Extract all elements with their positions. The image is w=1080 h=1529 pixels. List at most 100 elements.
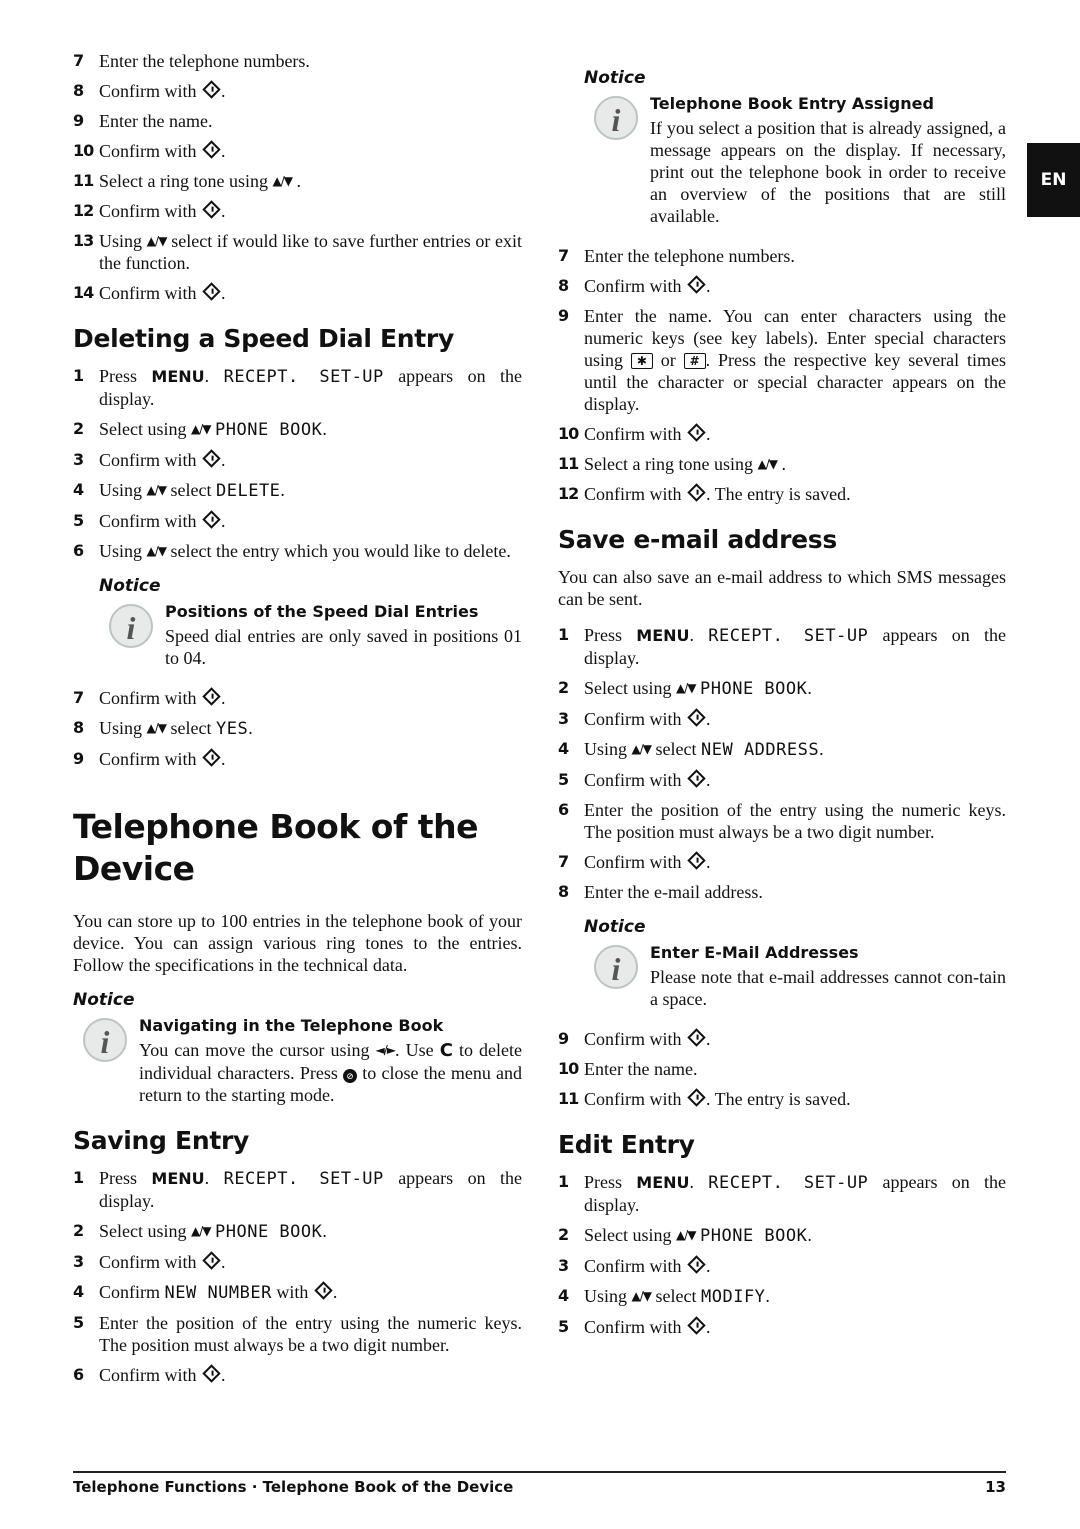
up-down-arrow-icon: ▲/▼ xyxy=(676,1228,696,1242)
notice-label: Notice xyxy=(584,917,646,937)
info-icon: i xyxy=(594,96,638,140)
deleting-steps-a: 1 Press MENU. RECEPT. SET-UP appears on t… xyxy=(73,365,522,562)
step-text: Confirm with xyxy=(584,1256,686,1276)
info-icon: i xyxy=(109,604,153,648)
list-item: 12 Confirm with . The entry is saved. xyxy=(558,483,1006,505)
list-item: 8 Confirm with . xyxy=(73,80,522,102)
notice-text-part: You can move the cursor using xyxy=(139,1040,370,1060)
step-number: 9 xyxy=(558,1029,570,1048)
step-text: Confirm with xyxy=(99,1252,201,1272)
stop-key-icon: ⊘ xyxy=(343,1069,358,1083)
up-down-arrow-icon: ▲/▼ xyxy=(146,721,167,735)
step-text: . xyxy=(706,709,711,729)
step-text: . xyxy=(221,749,226,769)
step-text: Select using xyxy=(584,678,676,698)
menu-key-label: MENU xyxy=(636,626,690,645)
display-text: PHONE BOOK xyxy=(700,679,808,699)
list-item: 12 Confirm with . xyxy=(73,200,522,222)
list-item: 8 Enter the e-mail address. xyxy=(558,881,1006,903)
step-number: 11 xyxy=(558,454,579,473)
list-item: 11 Select a ring tone using ▲/▼ . xyxy=(558,453,1006,475)
step-text: . xyxy=(765,1286,770,1306)
step-text: Enter the position of the entry using th… xyxy=(584,800,1006,842)
display-text: RECEPT. SET-UP xyxy=(708,1173,869,1193)
step-number: 4 xyxy=(558,739,570,758)
step-text: . xyxy=(322,1221,327,1241)
left-right-arrow-icon: ◄/► xyxy=(375,1043,396,1057)
ok-key-icon xyxy=(202,1364,221,1383)
list-item: 4 Using ▲/▼ select NEW ADDRESS. xyxy=(558,738,1006,761)
ok-key-icon xyxy=(202,1251,221,1270)
list-item: 13 Using ▲/▼ select if would like to save… xyxy=(73,230,522,274)
list-item: 10 Enter the name. xyxy=(558,1058,1006,1080)
step-text: . xyxy=(248,718,253,738)
step-text: . xyxy=(221,81,226,101)
list-item: 5 Enter the position of the entry using t… xyxy=(73,1312,522,1356)
ok-key-icon xyxy=(687,483,706,502)
info-icon: i xyxy=(83,1018,127,1062)
step-text: Select a ring tone using xyxy=(584,454,758,474)
step-number: 11 xyxy=(73,171,94,190)
step-text: Confirm with xyxy=(99,201,201,221)
footer-divider xyxy=(73,1471,1006,1473)
step-number: 4 xyxy=(73,1282,85,1301)
step-number: 2 xyxy=(73,1221,85,1240)
step-text: Confirm with xyxy=(584,1317,686,1337)
step-text: Using xyxy=(584,739,632,759)
ok-key-icon xyxy=(687,708,706,727)
hash-key-icon: # xyxy=(683,353,706,369)
step-text: Enter the position of the entry using th… xyxy=(99,1313,522,1355)
up-down-arrow-icon: ▲/▼ xyxy=(191,422,211,436)
list-item: 6 Enter the position of the entry using t… xyxy=(558,799,1006,843)
display-text: MODIFY xyxy=(701,1287,766,1307)
step-text: . xyxy=(706,1029,711,1049)
language-tab[interactable]: EN xyxy=(1027,143,1080,217)
chapter-title-line2: Device xyxy=(73,849,195,888)
chapter-title: Telephone Book of the Device xyxy=(73,806,522,890)
step-text: . xyxy=(221,511,226,531)
entry-steps: 7 Enter the telephone numbers. 8 Confirm w… xyxy=(558,245,1006,505)
step-text: Using xyxy=(99,231,147,251)
step-number: 11 xyxy=(558,1089,579,1108)
display-text: PHONE BOOK xyxy=(215,1222,323,1242)
step-text: Enter the telephone numbers. xyxy=(99,51,310,71)
step-text: select the entry which you would like to… xyxy=(170,541,511,561)
menu-key-label: MENU xyxy=(151,367,205,386)
step-number: 9 xyxy=(73,749,85,768)
display-text: YES xyxy=(216,719,249,739)
step-text: Press xyxy=(99,366,152,386)
step-text: . xyxy=(706,1317,711,1337)
page-number: 13 xyxy=(985,1478,1006,1496)
ok-key-icon xyxy=(202,449,221,468)
step-number: 3 xyxy=(558,1256,570,1275)
list-item: 9 Enter the name. xyxy=(73,110,522,132)
step-number: 6 xyxy=(73,1365,85,1384)
step-text: Confirm with xyxy=(99,450,201,470)
step-text: Select using xyxy=(99,419,191,439)
step-text: . The entry is saved. xyxy=(706,484,851,504)
step-text: Confirm with xyxy=(99,749,201,769)
step-number: 10 xyxy=(73,141,94,160)
edit-steps: 1 Press MENU. RECEPT. SET-UP appears on t… xyxy=(558,1171,1006,1338)
list-item: 6 Confirm with . xyxy=(73,1364,522,1386)
display-text: RECEPT. SET-UP xyxy=(223,367,384,387)
step-text: Confirm with xyxy=(99,688,201,708)
footer-breadcrumb: Telephone Functions · Telephone Book of … xyxy=(73,1478,514,1496)
list-item: 11 Confirm with . The entry is saved. xyxy=(558,1088,1006,1110)
step-text: . xyxy=(221,1365,226,1385)
step-number: 12 xyxy=(73,201,94,220)
step-text: . xyxy=(689,1172,709,1192)
ok-key-icon xyxy=(314,1281,333,1300)
notice-label: Notice xyxy=(584,68,646,88)
step-text: Confirm with xyxy=(99,141,201,161)
list-item: 9 Confirm with . xyxy=(73,748,522,770)
step-number: 8 xyxy=(73,718,85,737)
up-down-arrow-icon: ▲/▼ xyxy=(676,681,696,695)
step-text: . xyxy=(689,625,709,645)
list-item: 7 Enter the telephone numbers. xyxy=(73,50,522,72)
notice-speed-dial: Notice i Positions of the Speed Dial Ent… xyxy=(99,576,522,669)
step-text: Confirm with xyxy=(584,709,686,729)
step-number: 1 xyxy=(558,1172,570,1191)
list-item: 4 Using ▲/▼ select MODIFY. xyxy=(558,1285,1006,1308)
step-number: 1 xyxy=(558,625,570,644)
